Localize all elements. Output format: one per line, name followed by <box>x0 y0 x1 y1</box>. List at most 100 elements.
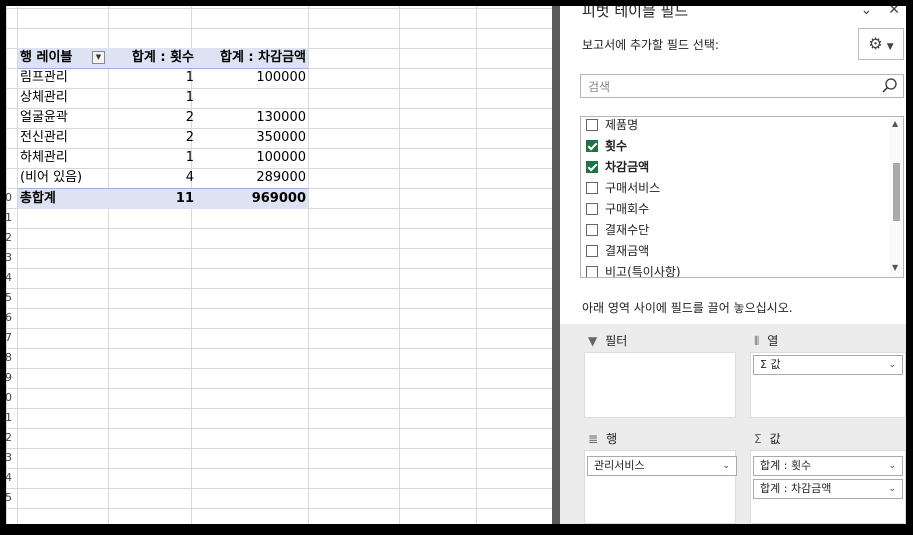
pivot-header-row[interactable]: 행 레이블 ▼ 합계 : 횟수 합계 : 차감금액 <box>18 48 308 69</box>
table-row[interactable]: (비어 있음) 4 289000 <box>18 168 308 188</box>
field-list-scrollbar[interactable]: ▲ ▼ <box>889 117 903 277</box>
grand-total-count[interactable]: 11 <box>110 189 194 209</box>
table-row[interactable]: 얼굴윤곽 2 130000 <box>18 108 308 128</box>
gear-icon: ⚙ <box>868 34 883 53</box>
row-number: 5 <box>6 291 12 304</box>
rows-area[interactable]: ≣ 행 관리서비스 ⌄ <box>584 430 744 524</box>
worksheet-grid[interactable]: 0 1 2 3 4 5 6 7 8 9 0 1 2 3 4 5 행 레이블 ▼ … <box>6 6 552 524</box>
table-row[interactable]: 하체관리 1 100000 <box>18 148 308 168</box>
amount-value[interactable]: 289000 <box>196 168 306 188</box>
columns-drop-zone[interactable]: Σ 값 ⌄ <box>750 352 906 418</box>
rows-drop-zone[interactable]: 관리서비스 ⌄ <box>584 450 737 524</box>
amount-value[interactable]: 100000 <box>196 68 306 88</box>
field-checkbox[interactable] <box>586 203 598 215</box>
search-icon[interactable] <box>881 77 899 95</box>
amount-value[interactable]: 100000 <box>196 148 306 168</box>
amount-sum-header[interactable]: 합계 : 차감금액 <box>196 48 306 68</box>
row-number: 1 <box>6 411 12 424</box>
excel-window: 0 1 2 3 4 5 6 7 8 9 0 1 2 3 4 5 행 레이블 ▼ … <box>6 6 906 524</box>
chevron-down-icon[interactable]: ⌄ <box>861 6 873 18</box>
columns-area-label: 열 <box>767 334 779 348</box>
filter-drop-zone[interactable] <box>584 352 736 418</box>
row-number: 1 <box>6 211 12 224</box>
row-label[interactable]: 하체관리 <box>20 148 108 168</box>
field-checkbox[interactable] <box>586 119 598 131</box>
table-row[interactable]: 전신관리 2 350000 <box>18 128 308 148</box>
close-icon[interactable]: ✕ <box>888 6 900 18</box>
chevron-down-icon: ▼ <box>886 42 894 52</box>
drag-hint-text: 아래 영역 사이에 필드를 끌어 놓으십시오. <box>582 301 793 315</box>
scroll-up-icon[interactable]: ▲ <box>892 119 898 128</box>
columns-area[interactable]: ⦀ 열 Σ 값 ⌄ <box>750 332 906 422</box>
table-row[interactable]: 림프관리 1 100000 <box>18 68 308 88</box>
pill-label: 관리서비스 <box>594 459 645 472</box>
filter-area-label: 필터 <box>605 334 628 348</box>
tools-button[interactable]: ⚙ ▼ <box>858 28 904 60</box>
field-checkbox[interactable] <box>586 224 598 236</box>
pill-label: 합계 : 차감금액 <box>760 482 832 495</box>
row-number-column: 0 1 2 3 4 5 6 7 8 9 0 1 2 3 4 5 <box>6 6 17 524</box>
count-value[interactable]: 2 <box>110 108 194 128</box>
scrollbar-thumb[interactable] <box>893 163 900 221</box>
amount-value[interactable] <box>196 88 306 108</box>
rows-field-management-service[interactable]: 관리서비스 ⌄ <box>587 456 737 476</box>
row-number: 7 <box>6 331 12 344</box>
search-placeholder: 검색 <box>588 80 611 94</box>
grand-total-row[interactable]: 총합계 11 969000 <box>18 188 308 209</box>
count-value[interactable]: 4 <box>110 168 194 188</box>
field-label: 구매회수 <box>605 202 650 216</box>
row-number: 8 <box>6 351 12 364</box>
field-label: 제품명 <box>605 118 639 132</box>
field-checkbox[interactable] <box>586 266 598 277</box>
values-field-count-sum[interactable]: 합계 : 횟수 ⌄ <box>753 456 903 476</box>
table-row[interactable]: 상체관리 1 <box>18 88 308 108</box>
pane-title: 피벗 테이블 필드 <box>582 6 689 20</box>
values-field-amount-sum[interactable]: 합계 : 차감금액 ⌄ <box>753 479 903 499</box>
add-fields-label: 보고서에 추가할 필드 선택: <box>582 38 719 52</box>
search-input[interactable]: 검색 <box>580 74 904 98</box>
field-checkbox[interactable] <box>586 140 598 152</box>
grand-total-label[interactable]: 총합계 <box>20 189 108 209</box>
field-label: 구매서비스 <box>605 181 661 195</box>
row-label[interactable]: 림프관리 <box>20 68 108 88</box>
count-value[interactable]: 1 <box>110 88 194 108</box>
field-label: 횟수 <box>605 139 628 153</box>
values-drop-zone[interactable]: 합계 : 횟수 ⌄ 합계 : 차감금액 ⌄ <box>750 450 906 524</box>
field-checkbox[interactable] <box>586 245 598 257</box>
row-number: 4 <box>6 271 12 284</box>
row-label[interactable]: 전신관리 <box>20 128 108 148</box>
filter-dropdown-icon[interactable]: ▼ <box>92 51 105 64</box>
field-checkbox[interactable] <box>586 182 598 194</box>
amount-value[interactable]: 130000 <box>196 108 306 128</box>
scroll-down-icon[interactable]: ▼ <box>892 263 898 272</box>
count-sum-header[interactable]: 합계 : 횟수 <box>110 48 194 68</box>
pane-splitter[interactable] <box>552 6 560 524</box>
row-number: 3 <box>6 451 12 464</box>
chevron-down-icon[interactable]: ⌄ <box>888 457 896 475</box>
chevron-down-icon[interactable]: ⌄ <box>722 457 730 475</box>
chevron-down-icon[interactable]: ⌄ <box>888 356 896 374</box>
count-value[interactable]: 2 <box>110 128 194 148</box>
row-label[interactable]: 상체관리 <box>20 88 108 108</box>
count-value[interactable]: 1 <box>110 68 194 88</box>
row-number: 5 <box>6 491 12 504</box>
field-list[interactable]: 제품명 횟수 차감금액 구매서비스 구매회수 결재수단 결재금액 비고(특이사항… <box>580 116 904 278</box>
rows-icon: ≣ <box>588 432 599 446</box>
row-label[interactable]: 얼굴윤곽 <box>20 108 108 128</box>
row-number: 2 <box>6 231 12 244</box>
row-label[interactable]: (비어 있음) <box>20 168 108 188</box>
amount-value[interactable]: 350000 <box>196 128 306 148</box>
filter-icon: ▼ <box>588 334 598 348</box>
field-checkbox[interactable] <box>586 161 598 173</box>
columns-field-values[interactable]: Σ 값 ⌄ <box>753 355 903 375</box>
row-number: 9 <box>6 371 12 384</box>
count-value[interactable]: 1 <box>110 148 194 168</box>
values-area[interactable]: Σ값 합계 : 횟수 ⌄ 합계 : 차감금액 ⌄ <box>750 430 906 524</box>
filter-area[interactable]: ▼ 필터 <box>584 332 744 422</box>
grand-total-amount[interactable]: 969000 <box>196 189 306 209</box>
chevron-down-icon[interactable]: ⌄ <box>888 480 896 498</box>
row-number: 4 <box>6 471 12 484</box>
columns-icon: ⦀ <box>754 334 760 348</box>
pill-label: 합계 : 횟수 <box>760 459 812 472</box>
field-label: 비고(특이사항) <box>605 265 681 278</box>
